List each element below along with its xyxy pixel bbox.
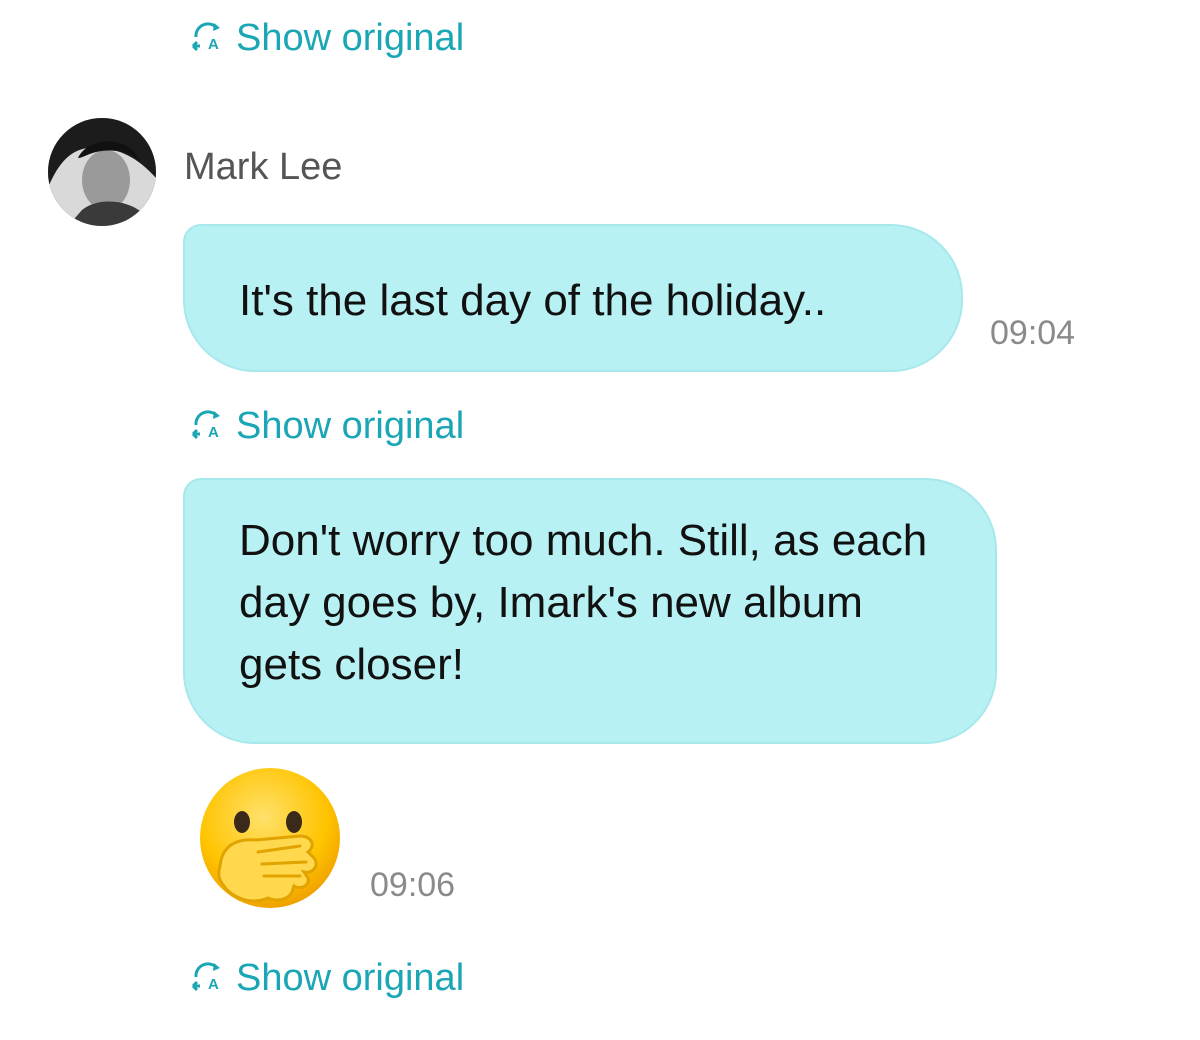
show-original-label: Show original [236, 16, 465, 59]
message-text: Don't worry too much. Still, as each day… [239, 516, 928, 689]
sender-name: Mark Lee [184, 146, 343, 188]
svg-text:A: A [208, 36, 219, 53]
svg-text:A: A [208, 424, 219, 441]
show-original-label: Show original [236, 956, 465, 999]
face-with-hand-over-mouth-emoji[interactable] [196, 766, 344, 914]
avatar-photo [48, 118, 156, 226]
message-text: It's the last day of the holiday.. [239, 276, 827, 325]
translate-icon: A [188, 406, 228, 446]
avatar[interactable] [48, 118, 156, 226]
message-bubble[interactable]: Don't worry too much. Still, as each day… [183, 478, 997, 744]
message-bubble[interactable]: It's the last day of the holiday.. [183, 224, 963, 372]
message-timestamp: 09:04 [990, 314, 1076, 352]
translate-icon: A [188, 958, 228, 998]
show-original-label: Show original [236, 404, 465, 447]
message-timestamp: 09:06 [370, 866, 456, 904]
show-original-link[interactable]: A Show original [188, 16, 464, 60]
translate-icon: A [188, 18, 228, 58]
svg-text:A: A [208, 976, 219, 993]
show-original-link[interactable]: A Show original [188, 404, 464, 448]
show-original-link[interactable]: A Show original [188, 956, 464, 1000]
